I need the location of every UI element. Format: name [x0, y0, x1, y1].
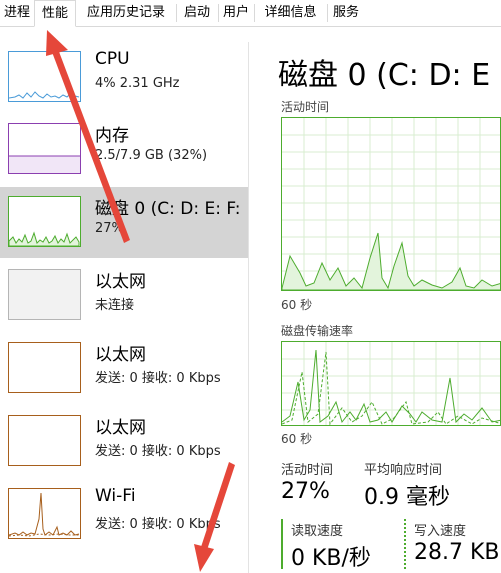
annotation-arrow-up — [46, 30, 130, 243]
annotation-arrows — [46, 30, 235, 572]
annotation-arrow-down — [194, 462, 235, 572]
